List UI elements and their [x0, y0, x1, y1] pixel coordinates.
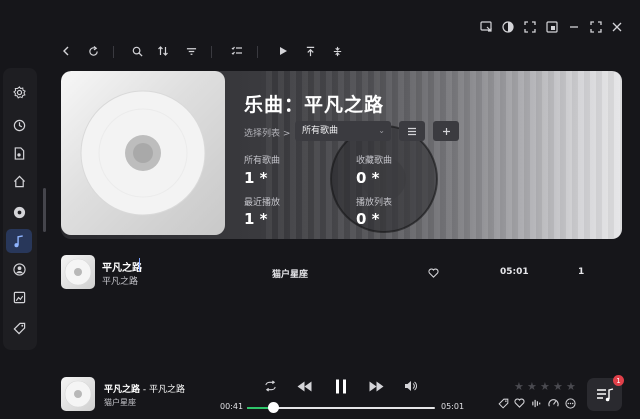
song-play-count: 1 — [578, 267, 585, 277]
pause-icon[interactable] — [333, 378, 349, 395]
toolbar-divider — [113, 46, 114, 58]
stat-label-recent: 最近播放 — [244, 198, 281, 208]
menu-icon — [408, 127, 416, 135]
list-select[interactable]: 所有歌曲 ⌄ — [295, 121, 391, 141]
star-icon[interactable]: ★ — [540, 380, 550, 393]
album-header-card: 乐曲：平凡之路 选择列表 > 所有歌曲 ⌄ 所有歌曲 1 * 收藏歌曲 0 * … — [61, 71, 622, 239]
elapsed-time: 00:41 — [220, 402, 244, 411]
star-icon[interactable]: ★ — [566, 380, 576, 393]
cd-icon — [64, 258, 92, 286]
settings-icon[interactable] — [9, 82, 29, 102]
filter-icon[interactable] — [183, 43, 199, 59]
back-icon[interactable] — [58, 43, 74, 59]
list-menu-button[interactable] — [399, 121, 425, 141]
refresh-icon[interactable] — [85, 43, 101, 59]
tag-icon[interactable] — [9, 318, 29, 338]
stat-value-all: 1 * — [244, 169, 268, 187]
disc-icon[interactable] — [9, 202, 29, 222]
cd-icon — [64, 380, 92, 408]
toolbar-divider — [257, 46, 258, 58]
scrollbar-thumb[interactable] — [43, 188, 46, 232]
file-icon[interactable] — [9, 143, 29, 163]
now-playing-artist[interactable]: 猫户星座 — [104, 397, 136, 408]
multi-select-icon[interactable] — [229, 43, 245, 59]
add-list-button[interactable] — [433, 121, 459, 141]
list-select-value: 所有歌曲 — [302, 126, 339, 136]
stat-label-all: 所有歌曲 — [244, 156, 281, 166]
now-playing-title[interactable]: 平凡之路 - 平凡之路 — [104, 382, 185, 395]
maximize-icon[interactable] — [588, 19, 604, 35]
song-duration: 05:01 — [500, 267, 529, 277]
song-title[interactable]: 平凡之路 — [102, 259, 142, 274]
minimize-icon[interactable] — [566, 19, 582, 35]
now-playing-album: - 平凡之路 — [140, 385, 185, 395]
album-cover — [61, 71, 225, 235]
stat-value-playlists: 0 * — [356, 210, 380, 228]
star-icon[interactable]: ★ — [527, 380, 537, 393]
pip-icon[interactable] — [544, 19, 560, 35]
song-album[interactable]: 平凡之路 — [102, 274, 138, 287]
chevron-down-icon: ⌄ — [378, 126, 385, 135]
stat-label-favorites: 收藏歌曲 — [356, 156, 393, 166]
music-icon[interactable] — [6, 229, 32, 253]
close-icon[interactable] — [609, 19, 625, 35]
recent-icon[interactable] — [9, 115, 29, 135]
select-list-label: 选择列表 > — [244, 129, 291, 139]
search-icon[interactable] — [129, 43, 145, 59]
cd-icon — [80, 90, 206, 216]
home-icon[interactable] — [9, 171, 29, 191]
stat-value-recent: 1 * — [244, 210, 268, 228]
text-cursor — [139, 258, 140, 271]
now-playing-song: 平凡之路 — [104, 385, 141, 395]
stat-label-playlists: 播放列表 — [356, 198, 393, 208]
playlist-icon — [596, 387, 613, 401]
progress-handle[interactable] — [268, 402, 279, 413]
next-icon[interactable] — [368, 379, 384, 393]
sort-icon[interactable] — [155, 43, 171, 59]
tag-icon[interactable] — [497, 397, 509, 409]
theme-icon[interactable] — [500, 19, 516, 35]
repeat-icon[interactable] — [263, 379, 277, 393]
heart-icon[interactable] — [427, 267, 439, 279]
stat-value-favorites: 0 * — [356, 169, 380, 187]
heart-icon[interactable] — [513, 397, 525, 409]
song-artist[interactable]: 猫户星座 — [272, 267, 308, 280]
more-icon[interactable] — [564, 397, 576, 409]
gallery-icon[interactable] — [9, 287, 29, 307]
previous-icon[interactable] — [296, 379, 312, 393]
star-icon[interactable]: ★ — [553, 380, 563, 393]
mini-mode-icon[interactable] — [522, 19, 538, 35]
equalizer-icon[interactable] — [530, 397, 542, 409]
queue-badge: 1 — [613, 375, 624, 386]
locate-icon[interactable] — [329, 43, 345, 59]
scroll-top-icon[interactable] — [302, 43, 318, 59]
star-icon[interactable]: ★ — [514, 380, 524, 393]
plus-icon — [442, 127, 450, 135]
song-thumbnail[interactable] — [61, 255, 95, 289]
now-playing-cover[interactable] — [61, 377, 95, 411]
toolbar-divider — [211, 46, 212, 58]
user-icon[interactable] — [9, 259, 29, 279]
play-icon[interactable] — [275, 43, 291, 59]
fullscreen-icon[interactable] — [478, 19, 494, 35]
page-title: 乐曲：平凡之路 — [244, 94, 385, 116]
volume-icon[interactable] — [403, 379, 417, 393]
speed-icon[interactable] — [547, 397, 559, 409]
total-time: 05:01 — [441, 402, 465, 411]
